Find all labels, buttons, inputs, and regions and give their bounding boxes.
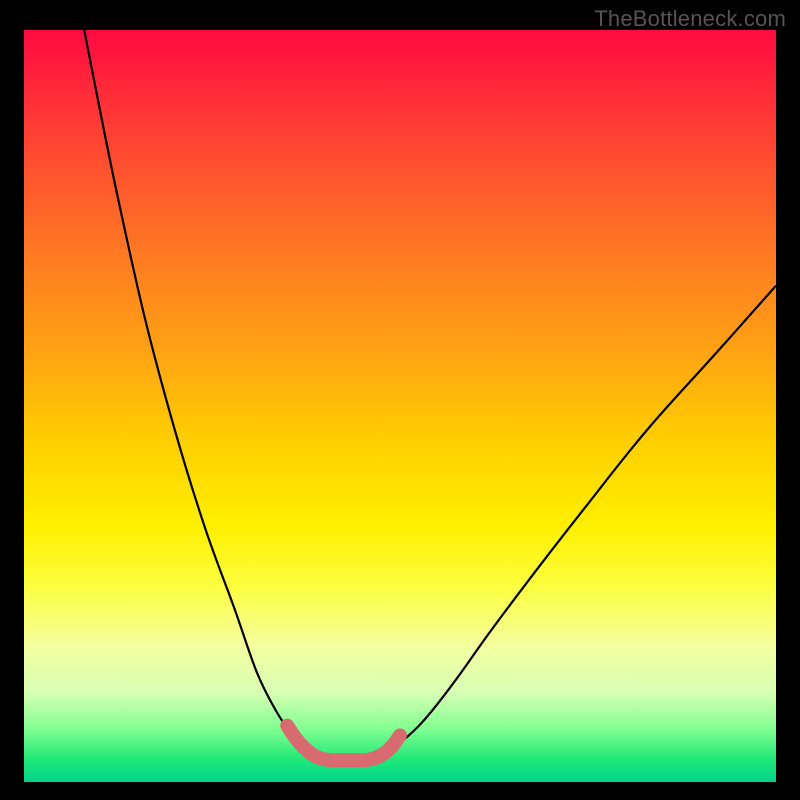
left-curve [84, 30, 325, 759]
bottom-marker [287, 726, 400, 761]
right-curve [370, 286, 776, 760]
chart-svg [24, 30, 776, 782]
watermark-text: TheBottleneck.com [594, 6, 786, 32]
plot-area [24, 30, 776, 782]
chart-frame [24, 30, 776, 782]
